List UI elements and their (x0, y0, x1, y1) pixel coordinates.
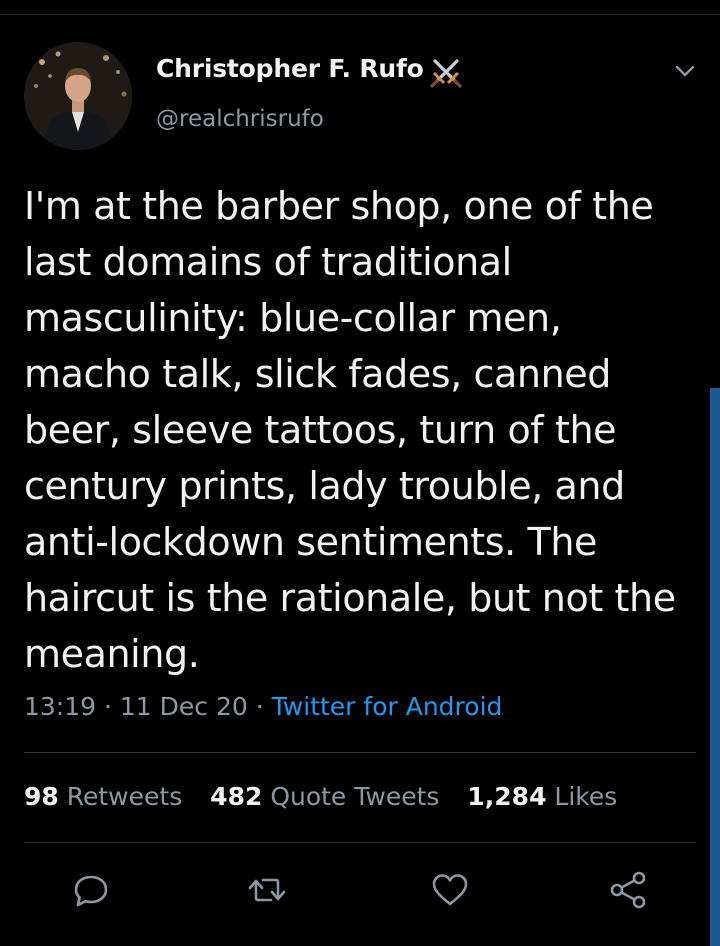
tweet-meta: 13:19 · 11 Dec 20 · Twitter for Android (24, 692, 502, 721)
like-button[interactable] (428, 868, 472, 912)
quote-tweets-stat[interactable]: 482 Quote Tweets (210, 782, 439, 811)
reply-button[interactable] (69, 868, 113, 912)
retweets-count: 98 (24, 782, 59, 811)
stats-divider-top (24, 752, 696, 753)
likes-stat[interactable]: 1,284 Likes (467, 782, 617, 811)
retweets-label: Retweets (66, 782, 183, 811)
likes-count: 1,284 (467, 782, 547, 811)
reply-icon (74, 875, 108, 907)
scrollbar[interactable] (710, 388, 720, 946)
tweet-date: 11 Dec 20 (119, 692, 248, 721)
likes-label: Likes (554, 782, 618, 811)
retweet-button[interactable] (245, 868, 289, 912)
share-icon (610, 871, 646, 909)
share-button[interactable] (606, 868, 650, 912)
author-handle[interactable]: @realchrisrufo (156, 106, 324, 132)
avatar-photo (24, 42, 132, 150)
like-icon (432, 874, 468, 906)
retweet-icon (248, 878, 286, 902)
tweet-source-link[interactable]: Twitter for Android (272, 692, 503, 721)
author-name[interactable]: Christopher F. Rufo (156, 54, 424, 83)
retweets-stat[interactable]: 98 Retweets (24, 782, 182, 811)
tweet-text: I'm at the barber shop, one of the last … (24, 184, 676, 676)
avatar[interactable] (24, 42, 132, 150)
tweet-time: 13:19 (24, 692, 97, 721)
crossed-swords-icon (430, 59, 462, 88)
quote-tweets-count: 482 (210, 782, 263, 811)
stats-divider-bottom (24, 842, 696, 843)
top-divider (0, 14, 720, 15)
quote-tweets-label: Quote Tweets (270, 782, 440, 811)
meta-separator: · (255, 692, 264, 721)
meta-separator: · (104, 692, 112, 721)
tweet-stats: 98 Retweets 482 Quote Tweets 1,284 Likes (24, 782, 637, 811)
chevron-down-icon[interactable] (670, 56, 700, 86)
